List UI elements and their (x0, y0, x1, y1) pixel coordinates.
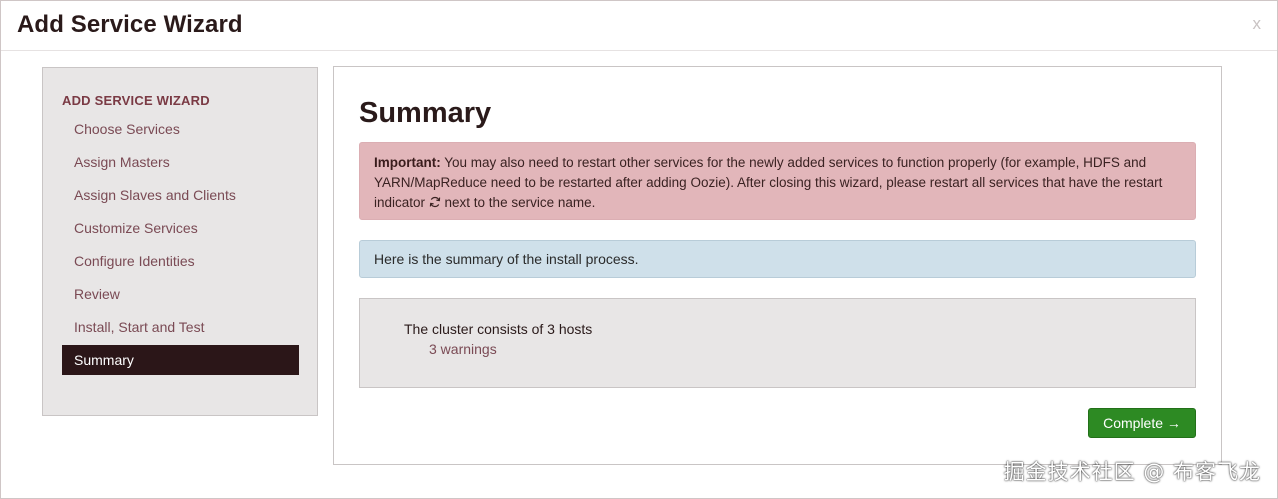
sidebar-item-configure-identities[interactable]: Configure Identities (62, 245, 299, 278)
watermark: 掘金技术社区 @ 布客飞龙 (1003, 460, 1261, 484)
refresh-icon (429, 194, 441, 208)
info-alert: Here is the summary of the install proce… (359, 240, 1196, 278)
complete-button[interactable]: Complete → (1088, 408, 1196, 438)
sidebar-item-summary[interactable]: Summary (62, 345, 299, 375)
sidebar-item-install-start-test[interactable]: Install, Start and Test (62, 311, 299, 344)
wizard-sidebar: ADD SERVICE WIZARD Choose Services Assig… (42, 67, 318, 416)
cluster-hosts-text: The cluster consists of 3 hosts (404, 321, 593, 337)
modal-title: Add Service Wizard (17, 11, 243, 38)
sidebar-item-assign-masters[interactable]: Assign Masters (62, 146, 299, 179)
sidebar-item-review[interactable]: Review (62, 278, 299, 311)
sidebar-item-assign-slaves-clients[interactable]: Assign Slaves and Clients (62, 179, 299, 212)
important-label: Important: (374, 155, 441, 170)
modal-header: Add Service Wizard x (1, 1, 1277, 51)
summary-box: The cluster consists of 3 hosts 3 warnin… (359, 298, 1196, 388)
sidebar-item-choose-services[interactable]: Choose Services (62, 113, 299, 146)
important-alert: Important: You may also need to restart … (359, 142, 1196, 220)
main-content: Summary Important: You may also need to … (333, 66, 1222, 465)
important-text-end: next to the service name. (440, 195, 596, 210)
wizard-modal: Add Service Wizard x ADD SERVICE WIZARD … (0, 0, 1278, 499)
page-title: Summary (359, 97, 492, 129)
sidebar-item-customize-services[interactable]: Customize Services (62, 212, 299, 245)
close-icon[interactable]: x (1253, 14, 1262, 34)
sidebar-header: ADD SERVICE WIZARD (62, 93, 210, 108)
sidebar-steps: Choose Services Assign Masters Assign Sl… (62, 113, 299, 375)
warnings-link[interactable]: 3 warnings (429, 341, 497, 357)
